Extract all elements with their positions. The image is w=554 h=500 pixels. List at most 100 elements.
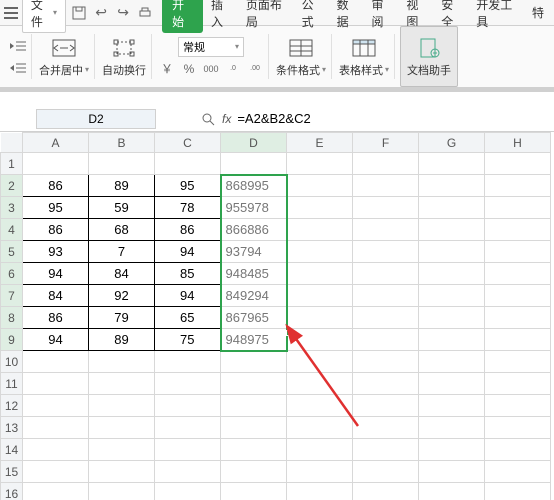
cell[interactable]	[155, 153, 221, 175]
row-header[interactable]: 14	[1, 439, 23, 461]
fill-handle[interactable]	[286, 330, 292, 336]
spreadsheet-grid[interactable]: A B C D E F G H 128689958689953955978955…	[0, 132, 554, 500]
cell[interactable]	[485, 483, 551, 500]
cell[interactable]	[419, 373, 485, 395]
row-header[interactable]: 3	[1, 197, 23, 219]
cell[interactable]	[221, 373, 287, 395]
cell[interactable]	[221, 417, 287, 439]
cell[interactable]	[485, 241, 551, 263]
cell[interactable]	[419, 153, 485, 175]
cell[interactable]	[419, 329, 485, 351]
cell[interactable]	[287, 241, 353, 263]
cell[interactable]	[221, 483, 287, 500]
cell[interactable]	[353, 351, 419, 373]
row-header[interactable]: 10	[1, 351, 23, 373]
select-all-corner[interactable]	[1, 133, 23, 153]
col-header[interactable]: F	[353, 133, 419, 153]
cell[interactable]	[221, 461, 287, 483]
row-header[interactable]: 13	[1, 417, 23, 439]
cell[interactable]	[353, 483, 419, 500]
cell[interactable]	[485, 461, 551, 483]
cell[interactable]	[89, 153, 155, 175]
cell[interactable]	[485, 263, 551, 285]
cell[interactable]: 94	[155, 241, 221, 263]
percent-icon[interactable]: %	[181, 61, 197, 77]
tab-dev[interactable]: 开发工具	[470, 0, 524, 33]
row-header[interactable]: 9	[1, 329, 23, 351]
cell[interactable]	[23, 351, 89, 373]
cell[interactable]	[485, 417, 551, 439]
cell[interactable]	[89, 351, 155, 373]
row-header[interactable]: 5	[1, 241, 23, 263]
cell[interactable]	[287, 395, 353, 417]
cell[interactable]	[485, 439, 551, 461]
cell[interactable]: 868995	[221, 175, 287, 197]
cell[interactable]	[221, 153, 287, 175]
cell[interactable]: 866886	[221, 219, 287, 241]
cell[interactable]: 75	[155, 329, 221, 351]
cell[interactable]	[89, 395, 155, 417]
cell[interactable]: 65	[155, 307, 221, 329]
format-select[interactable]: 常规▾	[178, 37, 244, 57]
cell[interactable]: 93794	[221, 241, 287, 263]
print-icon[interactable]	[138, 6, 152, 20]
cell[interactable]	[419, 417, 485, 439]
cell[interactable]	[353, 153, 419, 175]
cell[interactable]	[353, 219, 419, 241]
col-header[interactable]: H	[485, 133, 551, 153]
cell[interactable]	[155, 439, 221, 461]
cell[interactable]: 95	[155, 175, 221, 197]
cell[interactable]: 94	[23, 329, 89, 351]
cell[interactable]	[485, 351, 551, 373]
cell[interactable]: 93	[23, 241, 89, 263]
cell[interactable]	[419, 197, 485, 219]
row-header[interactable]: 12	[1, 395, 23, 417]
doc-helper-group[interactable]: 文档助手	[400, 26, 458, 87]
cell[interactable]	[155, 417, 221, 439]
cell[interactable]	[353, 285, 419, 307]
merge-group[interactable]: 合并居中▾	[33, 26, 95, 87]
cell[interactable]	[23, 395, 89, 417]
cell[interactable]: 78	[155, 197, 221, 219]
cell[interactable]: 89	[89, 175, 155, 197]
cell[interactable]	[287, 219, 353, 241]
col-header[interactable]: C	[155, 133, 221, 153]
cell[interactable]	[485, 329, 551, 351]
cell[interactable]	[353, 241, 419, 263]
cell[interactable]	[419, 241, 485, 263]
cell[interactable]	[155, 461, 221, 483]
cell[interactable]: 86	[23, 175, 89, 197]
cell[interactable]	[353, 373, 419, 395]
cell[interactable]: 85	[155, 263, 221, 285]
cell[interactable]	[287, 307, 353, 329]
cell[interactable]	[23, 461, 89, 483]
row-header[interactable]: 2	[1, 175, 23, 197]
wrap-group[interactable]: 自动换行	[96, 26, 152, 87]
cell[interactable]	[353, 329, 419, 351]
cell[interactable]	[419, 175, 485, 197]
cell[interactable]: 867965	[221, 307, 287, 329]
cell[interactable]: 86	[23, 307, 89, 329]
cell[interactable]	[221, 351, 287, 373]
cell[interactable]: 849294	[221, 285, 287, 307]
undo-icon[interactable]: ↩	[94, 6, 108, 20]
cell[interactable]	[485, 395, 551, 417]
cell[interactable]	[419, 351, 485, 373]
cell[interactable]	[89, 439, 155, 461]
cell[interactable]	[419, 483, 485, 500]
cell[interactable]	[419, 219, 485, 241]
fx-icon[interactable]: fx	[222, 112, 231, 126]
cell[interactable]	[155, 373, 221, 395]
tab-extra[interactable]: 特	[526, 1, 550, 24]
cell[interactable]	[353, 395, 419, 417]
name-box[interactable]: D2	[36, 109, 156, 129]
cell[interactable]	[419, 285, 485, 307]
cell[interactable]	[23, 439, 89, 461]
row-header[interactable]: 8	[1, 307, 23, 329]
cell[interactable]: 84	[23, 285, 89, 307]
cell[interactable]	[287, 263, 353, 285]
cell[interactable]	[419, 263, 485, 285]
cell[interactable]	[353, 417, 419, 439]
col-header[interactable]: B	[89, 133, 155, 153]
cell[interactable]: 86	[155, 219, 221, 241]
